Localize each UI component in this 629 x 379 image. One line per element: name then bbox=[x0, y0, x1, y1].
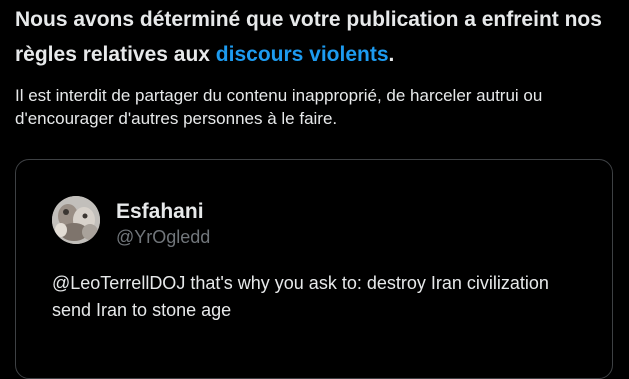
author-handle[interactable]: @YrOgledd bbox=[116, 226, 210, 248]
headline-period: . bbox=[388, 43, 395, 66]
violation-description: Il est interdit de partager du contenu i… bbox=[15, 86, 543, 128]
post-text: @LeoTerrellDOJ that's why you ask to: de… bbox=[52, 273, 549, 320]
violation-headline: Nous avons déterminé que votre publicati… bbox=[15, 2, 615, 72]
reported-post-card: Esfahani @YrOgledd @LeoTerrellDOJ that's… bbox=[15, 159, 613, 379]
author-display-name[interactable]: Esfahani bbox=[116, 200, 204, 224]
violent-speech-policy-link[interactable]: discours violents bbox=[216, 43, 389, 66]
avatar[interactable] bbox=[52, 196, 100, 244]
avatar-image-icon bbox=[52, 196, 100, 244]
